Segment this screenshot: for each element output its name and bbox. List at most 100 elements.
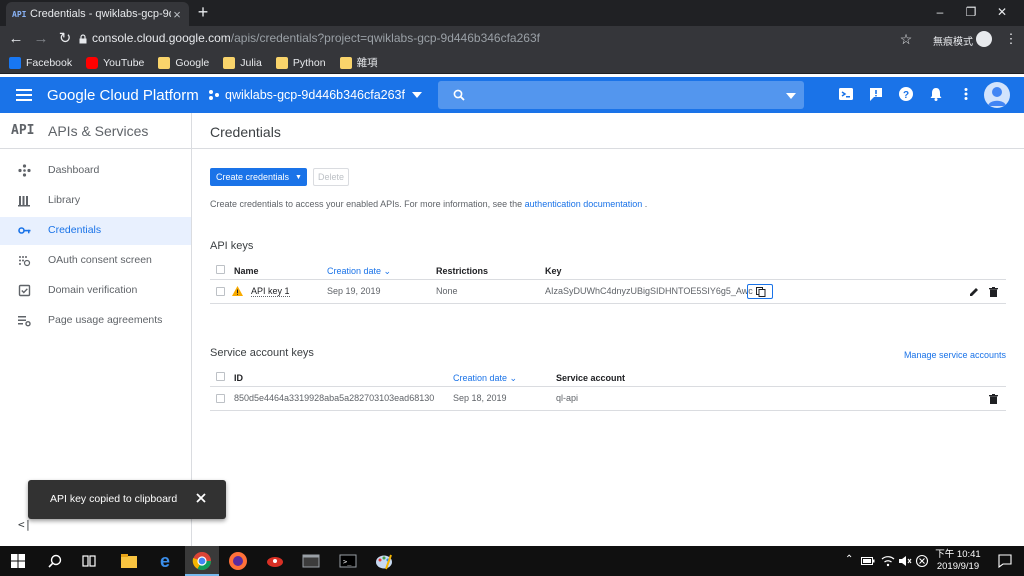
folder-icon	[275, 56, 288, 69]
select-all-checkbox[interactable]	[216, 265, 225, 274]
file-explorer-icon[interactable]	[119, 551, 139, 571]
paint-icon[interactable]	[374, 551, 394, 571]
dashboard-icon	[18, 164, 31, 177]
firefox-icon[interactable]	[228, 551, 248, 571]
bookmark-facebook[interactable]: Facebook	[9, 56, 72, 69]
browser-tab[interactable]: API Credentials - qwiklabs-gcp-9d ×	[6, 2, 189, 26]
page-title: Credentials	[210, 124, 281, 140]
service-key-account: ql-api	[556, 393, 579, 403]
column-header-service-account[interactable]: Service account	[556, 373, 625, 383]
checkbox-icon	[18, 284, 31, 297]
browser-tab-strip: API Credentials - qwiklabs-gcp-9d × + – …	[0, 0, 1024, 26]
bookmark-misc-folder[interactable]: 雜項	[339, 55, 378, 70]
bookmark-label: YouTube	[103, 56, 145, 69]
bookmark-python-folder[interactable]: Python	[275, 56, 326, 69]
help-icon[interactable]: ?	[898, 86, 916, 104]
row-checkbox[interactable]	[216, 394, 225, 403]
sidebar-item-library[interactable]: Library	[0, 187, 191, 215]
bookmark-star-icon[interactable]: ☆	[897, 30, 915, 48]
more-vert-icon[interactable]	[958, 86, 976, 104]
manage-service-accounts-link[interactable]: Manage service accounts	[904, 350, 1006, 360]
table-row: API key 1 Sep 19, 2019 None AIzaSyDUWhC4…	[210, 280, 1006, 304]
wifi-icon[interactable]	[881, 554, 895, 568]
task-view-icon[interactable]	[82, 554, 96, 568]
sidebar-item-credentials[interactable]: Credentials	[0, 217, 191, 245]
settings-list-icon	[18, 316, 31, 327]
gcp-title[interactable]: Google Cloud Platform	[47, 87, 199, 104]
delete-icon[interactable]	[989, 394, 998, 404]
column-header-creation-date[interactable]: Creation date ⌄	[453, 373, 517, 384]
gcp-header: Google Cloud Platform qwiklabs-gcp-9d446…	[0, 77, 1024, 113]
reload-icon[interactable]: ↻	[56, 30, 74, 48]
chrome-icon[interactable]	[192, 551, 212, 571]
window-close-icon[interactable]: ✕	[992, 4, 1012, 20]
bookmark-google-folder[interactable]: Google	[158, 56, 210, 69]
restore-icon[interactable]: ❐	[961, 4, 981, 20]
edit-icon[interactable]	[969, 287, 979, 297]
new-tab-button[interactable]: +	[195, 3, 211, 23]
hamburger-menu-icon[interactable]	[14, 86, 34, 104]
column-header-name[interactable]: Name	[234, 266, 259, 276]
create-credentials-button[interactable]: Create credentials ▼	[210, 168, 307, 186]
copy-key-button[interactable]	[747, 284, 773, 299]
notification-center-icon[interactable]	[998, 554, 1012, 568]
column-header-creation-date[interactable]: Creation date ⌄	[327, 266, 391, 277]
create-credentials-label: Create credentials	[216, 172, 290, 182]
row-checkbox[interactable]	[216, 287, 225, 296]
column-header-key[interactable]: Key	[545, 266, 562, 276]
svg-text:>_: >_	[343, 558, 352, 566]
windows-start-icon[interactable]	[11, 554, 25, 568]
app-red-icon[interactable]	[265, 551, 285, 571]
search-bar[interactable]	[438, 81, 804, 109]
system-clock[interactable]: 下午 10:41 2019/9/19	[930, 549, 986, 573]
bookmark-youtube[interactable]: YouTube	[86, 56, 145, 69]
svg-text:e: e	[160, 551, 170, 571]
incognito-icon[interactable]	[976, 31, 992, 47]
bookmark-label: Google	[175, 56, 210, 69]
chrome-menu-icon[interactable]: ⋮	[1002, 30, 1020, 48]
delete-icon[interactable]	[989, 287, 998, 297]
delete-button[interactable]: Delete	[313, 168, 349, 186]
column-header-id[interactable]: ID	[234, 373, 243, 383]
command-prompt-icon[interactable]: >_	[338, 551, 358, 571]
bookmark-julia-folder[interactable]: Julia	[223, 56, 262, 69]
support-icon[interactable]	[868, 86, 886, 104]
terminal-window-icon[interactable]	[301, 551, 321, 571]
sidebar-item-page-usage[interactable]: Page usage agreements	[0, 307, 191, 335]
project-dots-icon	[209, 90, 219, 100]
key-icon	[18, 227, 31, 234]
snackbar: API key copied to clipboard	[28, 480, 226, 519]
volume-muted-icon[interactable]	[898, 554, 912, 568]
api-favicon-icon: API	[12, 9, 27, 19]
back-icon[interactable]: ←	[7, 30, 25, 48]
column-header-label: Creation date	[453, 373, 508, 383]
sidebar-item-dashboard[interactable]: Dashboard	[0, 157, 191, 185]
sidebar-item-oauth[interactable]: OAuth consent screen	[0, 247, 191, 275]
project-selector[interactable]: qwiklabs-gcp-9d446b346cfa263f	[208, 88, 422, 102]
authentication-documentation-link[interactable]: authentication documentation	[525, 199, 643, 209]
search-icon[interactable]	[48, 554, 62, 568]
account-avatar[interactable]	[984, 82, 1010, 108]
sidebar-header: API APIs & Services	[0, 113, 191, 149]
forward-icon[interactable]: →	[32, 30, 50, 48]
select-all-checkbox[interactable]	[216, 372, 225, 381]
copy-icon	[756, 287, 766, 297]
close-icon[interactable]	[194, 491, 208, 505]
sidebar-item-label: Dashboard	[48, 164, 100, 176]
notifications-icon[interactable]	[928, 86, 946, 104]
sidebar-item-label: Page usage agreements	[48, 314, 163, 326]
tab-close-icon[interactable]: ×	[171, 7, 183, 22]
battery-icon[interactable]	[861, 555, 875, 567]
address-bar[interactable]: console.cloud.google.com/apis/credential…	[92, 31, 540, 45]
edge-icon[interactable]: e	[155, 551, 175, 571]
column-header-restrictions[interactable]: Restrictions	[436, 266, 488, 276]
collapse-sidebar-icon[interactable]: <|	[18, 518, 31, 531]
input-method-icon[interactable]	[915, 554, 929, 568]
tray-chevron-icon[interactable]: ⌃	[845, 554, 853, 565]
clock-date: 2019/9/19	[936, 561, 980, 572]
cloud-shell-icon[interactable]	[838, 86, 856, 104]
snackbar-message: API key copied to clipboard	[50, 493, 178, 505]
minimize-icon[interactable]: –	[930, 4, 950, 20]
sidebar-item-domain-verification[interactable]: Domain verification	[0, 277, 191, 305]
api-key-name-link[interactable]: API key 1	[251, 286, 290, 297]
